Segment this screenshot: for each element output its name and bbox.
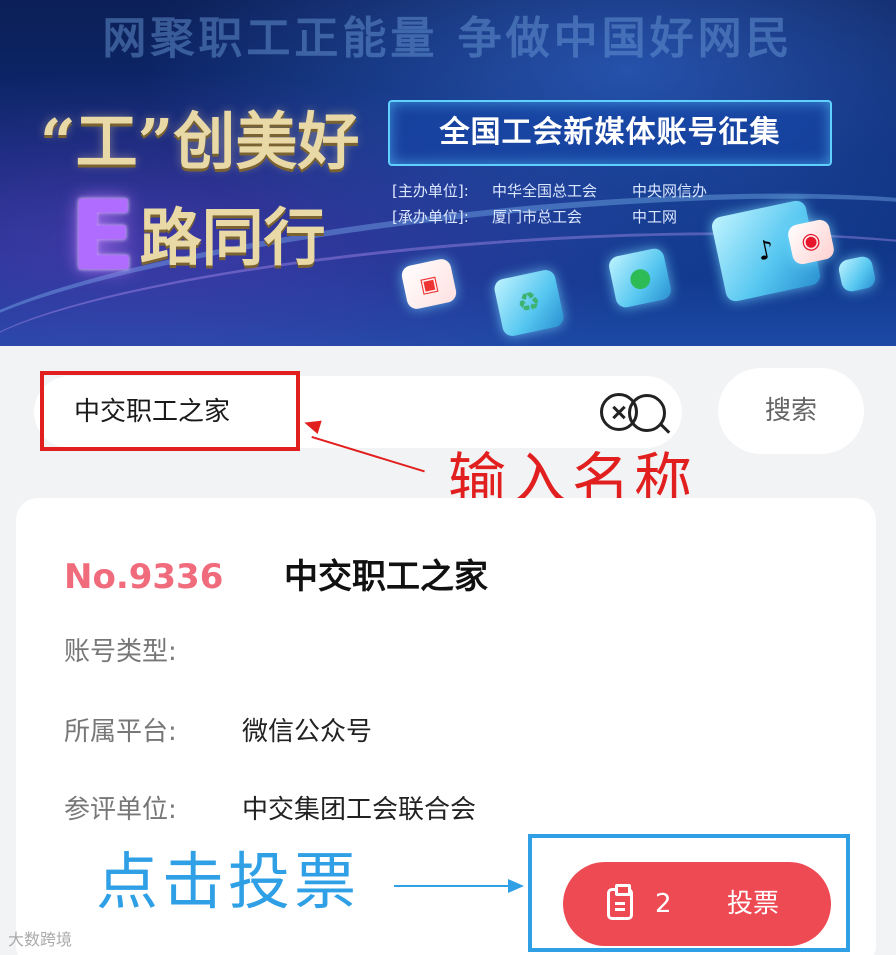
account-name: 中交职工之家: [284, 557, 488, 597]
collect-title-box: 全国工会新媒体账号征集: [388, 100, 832, 166]
banner-title-line1: “工”创美好: [40, 105, 360, 178]
platform-label: 所属平台:: [64, 717, 177, 747]
watermark: 大数跨境: [8, 930, 73, 949]
host-label: [主办单位]:: [392, 182, 469, 200]
search-button[interactable]: 搜索: [718, 368, 864, 454]
vote-label: 投票: [727, 889, 780, 919]
collect-title: 全国工会新媒体账号征集: [439, 115, 781, 150]
organizer-2: 中工网: [632, 208, 678, 226]
organizer-1: 厦门市总工会: [492, 208, 583, 226]
input-highlight-box: [40, 371, 300, 451]
platform-value: 微信公众号: [242, 717, 373, 747]
vote-hint: 点击投票: [96, 845, 361, 918]
clipboard-icon: [607, 884, 633, 920]
host-2: 中央网信办: [632, 182, 708, 200]
type-label: 账号类型:: [64, 637, 177, 667]
vote-count: 2: [655, 889, 672, 919]
unit-value: 中交集团工会联合会: [242, 795, 477, 825]
banner-title-road: 路同行: [139, 201, 326, 274]
host-line: [主办单位]: 中华全国总工会 中央网信办: [392, 180, 707, 201]
vote-arrow: [394, 885, 510, 887]
campaign-banner: 网聚职工正能量 争做中国好网民 “工”创美好 E路同行 全国工会新媒体账号征集 …: [0, 0, 896, 346]
banner-title-e: E: [70, 180, 136, 292]
arrow-right-icon: [508, 879, 524, 893]
unit-label: 参评单位:: [64, 795, 177, 825]
organizer-label: [承办单位]:: [392, 208, 469, 226]
host-1: 中华全国总工会: [492, 182, 598, 200]
search-icon[interactable]: [628, 394, 666, 432]
banner-title-line2: E路同行: [70, 188, 370, 288]
vote-button[interactable]: 2 投票: [563, 862, 831, 946]
banner-slogan: 网聚职工正能量 争做中国好网民: [102, 13, 794, 64]
account-number: No.9336: [64, 557, 224, 597]
organizer-line: [承办单位]: 厦门市总工会 中工网: [392, 206, 677, 227]
